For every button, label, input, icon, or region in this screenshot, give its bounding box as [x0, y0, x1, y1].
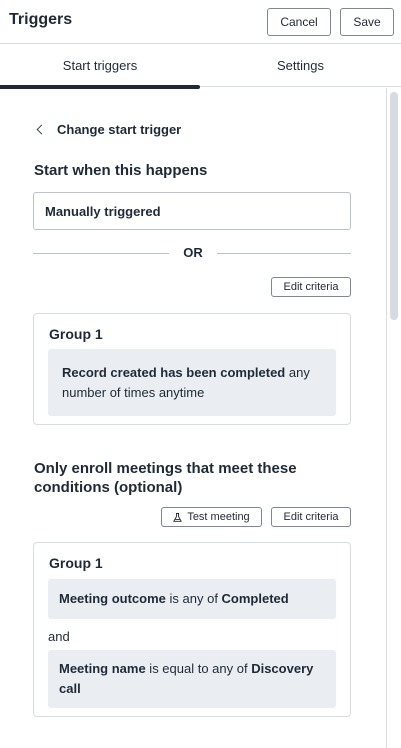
flask-icon: [173, 512, 183, 522]
condition-operator: is any of: [165, 591, 222, 606]
enroll-condition-text: Meeting name is equal to any of Discover…: [59, 659, 322, 699]
condition-operator: is equal to any of: [145, 661, 252, 676]
enroll-condition-text: Meeting outcome is any of Completed: [59, 589, 289, 609]
scrollbar-thumb[interactable]: [390, 92, 398, 320]
edit-criteria-button-enroll[interactable]: Edit criteria: [271, 507, 351, 527]
trigger-condition[interactable]: Record created has been completed any nu…: [48, 349, 336, 416]
or-divider-right: [217, 253, 351, 254]
test-meeting-label: Test meeting: [187, 511, 250, 523]
and-joiner: and: [48, 629, 70, 644]
panel-header: Triggers Cancel Save: [0, 0, 401, 44]
save-button[interactable]: Save: [340, 8, 394, 36]
edit-criteria-button[interactable]: Edit criteria: [271, 277, 351, 297]
tab-settings[interactable]: Settings: [200, 44, 401, 87]
or-separator: OR: [33, 245, 351, 261]
change-start-trigger-label: Change start trigger: [57, 122, 182, 137]
condition-property: Meeting name: [59, 661, 146, 676]
tab-bar: Start triggers Settings: [0, 44, 401, 89]
enroll-group-card: Group 1 Meeting outcome is any of Comple…: [33, 542, 351, 717]
group-title: Group 1: [49, 555, 103, 571]
chevron-left-icon: [36, 124, 47, 135]
tab-start-triggers[interactable]: Start triggers: [0, 44, 200, 89]
condition-property: Record created has been completed: [62, 364, 286, 380]
or-label: OR: [183, 245, 203, 260]
or-divider-left: [33, 253, 169, 254]
change-start-trigger-link[interactable]: Change start trigger: [34, 122, 181, 137]
test-meeting-button[interactable]: Test meeting: [161, 507, 262, 527]
panel-content: Change start trigger Start when this hap…: [0, 88, 386, 748]
tab-start-triggers-label: Start triggers: [62, 58, 138, 73]
tab-settings-label: Settings: [277, 58, 324, 73]
enroll-heading: Only enroll meetings that meet these con…: [34, 460, 297, 496]
trigger-group-card: Group 1 Record created has been complete…: [33, 313, 351, 425]
cancel-button[interactable]: Cancel: [267, 8, 331, 36]
panel-title: Triggers: [9, 11, 73, 28]
condition-property: Meeting outcome: [59, 591, 166, 606]
enroll-condition[interactable]: Meeting name is equal to any of Discover…: [48, 650, 336, 708]
enroll-condition[interactable]: Meeting outcome is any of Completed: [48, 579, 336, 619]
group-title: Group 1: [49, 326, 103, 342]
vertical-scrollbar[interactable]: [386, 88, 401, 748]
start-heading: Start when this happens: [34, 162, 208, 179]
trigger-selection[interactable]: Manually triggered: [33, 192, 351, 230]
trigger-condition-text: Record created has been completed any nu…: [62, 363, 322, 403]
condition-value: Completed: [221, 591, 289, 606]
